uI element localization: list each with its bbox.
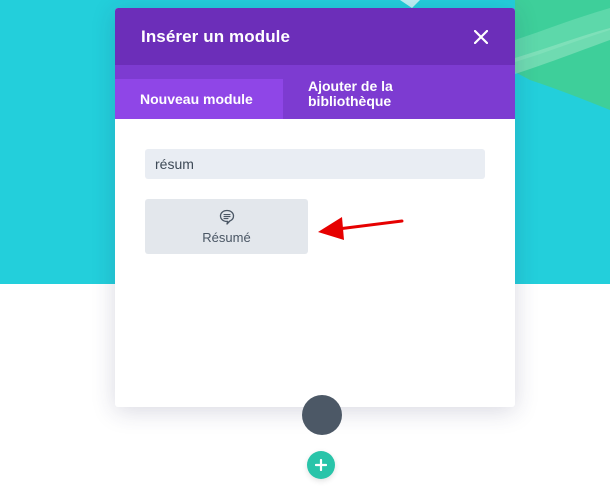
modal-title: Insérer un module (141, 26, 291, 46)
module-result-label: Résumé (202, 229, 251, 245)
tab-add-from-library[interactable]: Ajouter de la bibliothèque (308, 79, 428, 109)
plus-icon (315, 459, 327, 471)
page-canvas: Insérer un module Nouveau module Ajouter… (0, 0, 610, 488)
search-input[interactable] (145, 149, 485, 179)
close-icon (474, 29, 488, 44)
tab-bar: Nouveau module Ajouter de la bibliothèqu… (115, 65, 515, 119)
red-arrow-annotation (318, 217, 404, 240)
comment-icon (219, 209, 234, 225)
add-row-button[interactable] (307, 451, 335, 479)
modal-header: Insérer un module (115, 8, 515, 65)
tab-new-module[interactable]: Nouveau module (115, 79, 283, 119)
section-add-button[interactable] (302, 395, 342, 435)
module-result-resume[interactable]: Résumé (145, 199, 308, 254)
insert-module-modal: Insérer un module Nouveau module Ajouter… (115, 8, 515, 407)
close-button[interactable] (471, 27, 491, 47)
